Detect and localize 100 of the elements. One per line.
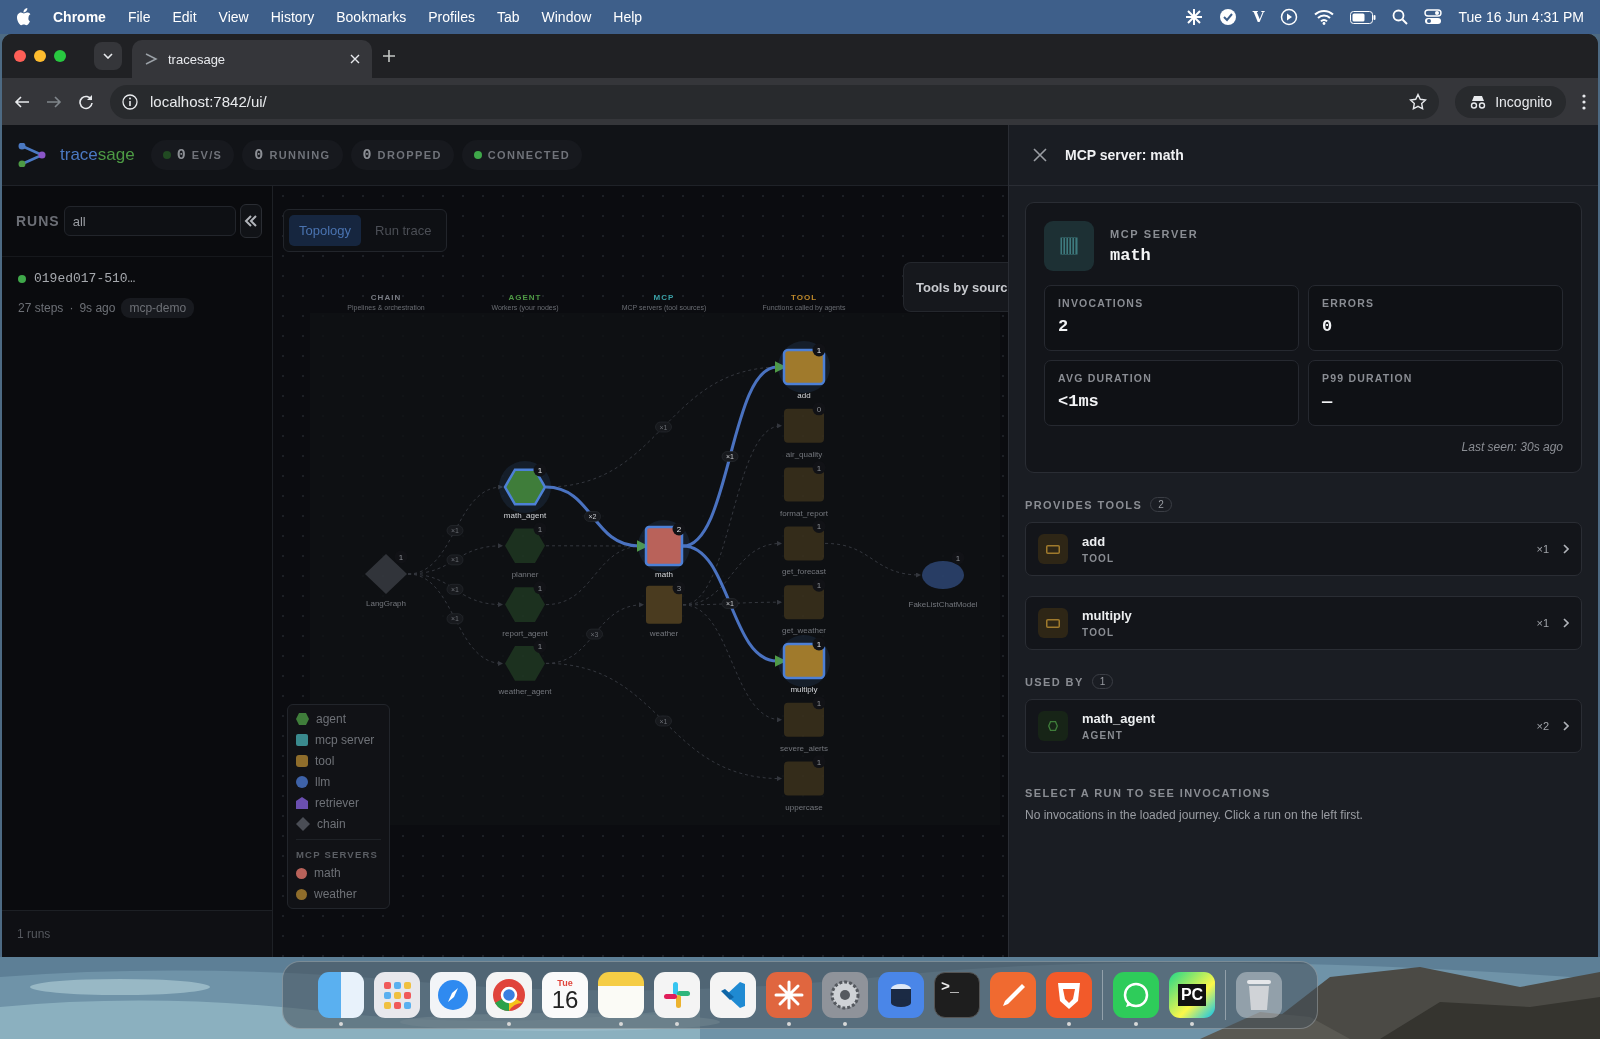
zoom-window-button[interactable] <box>54 50 66 62</box>
tool-node[interactable] <box>784 526 824 561</box>
legend-label: agent <box>316 712 347 726</box>
status-letter-icon[interactable]: V <box>1252 8 1265 26</box>
compass-icon[interactable] <box>430 972 476 1018</box>
tool-node[interactable] <box>782 348 826 386</box>
back-icon[interactable] <box>14 93 30 110</box>
count-badge: 1 <box>812 343 826 357</box>
info-icon[interactable] <box>122 93 138 110</box>
section-heading: USED BY <box>1025 675 1084 688</box>
terminal-icon[interactable]: >_ <box>934 972 980 1018</box>
list-item[interactable]: add TOOL ×1 <box>1025 522 1582 576</box>
square-node[interactable] <box>646 585 682 624</box>
menu-item[interactable]: History <box>270 9 315 25</box>
stat-label: INVOCATIONS <box>1058 297 1145 309</box>
check-circle-icon[interactable] <box>1218 8 1237 26</box>
battery-icon[interactable] <box>1350 10 1377 24</box>
star-icon[interactable] <box>1409 92 1428 111</box>
minimize-window-button[interactable] <box>34 50 46 62</box>
square-icon <box>296 734 308 746</box>
search-icon[interactable] <box>1392 9 1409 25</box>
columns-icon <box>1060 237 1078 255</box>
close-button[interactable] <box>1033 148 1047 162</box>
menu-item[interactable]: Window <box>541 9 592 25</box>
tool-node[interactable] <box>784 702 824 737</box>
menu-item[interactable]: Edit <box>172 9 197 25</box>
pinwheel-icon[interactable] <box>654 972 700 1018</box>
menu-item[interactable]: View <box>218 9 249 25</box>
menu-item[interactable]: Help <box>613 9 643 25</box>
incognito-button[interactable]: Incognito <box>1455 85 1566 118</box>
apple-icon[interactable] <box>16 8 31 26</box>
double-chevron-icon[interactable] <box>243 215 258 227</box>
circle-icon <box>296 776 308 788</box>
logo-icon <box>18 143 46 167</box>
menu-item[interactable]: Tab <box>496 9 520 25</box>
panel-title: MCP server: math <box>1065 147 1184 163</box>
grid-icon[interactable] <box>374 972 420 1018</box>
tool-node[interactable] <box>784 761 824 796</box>
chevron-down-icon[interactable] <box>103 53 113 59</box>
tab-title: tracesage <box>168 51 227 67</box>
new-tab-icon[interactable] <box>382 49 396 63</box>
ellipse-node[interactable] <box>922 561 964 589</box>
ide-icon[interactable]: PC <box>1169 972 1215 1018</box>
node-label: FakeListChatModel <box>908 600 978 609</box>
more-icon[interactable] <box>1582 93 1586 110</box>
collapse-button[interactable] <box>239 204 262 238</box>
shield-icon[interactable] <box>1046 972 1092 1018</box>
tool-node[interactable] <box>784 408 824 443</box>
hexagon-node[interactable] <box>503 468 547 506</box>
calendar-icon[interactable]: Tue 16 <box>542 972 588 1018</box>
menu-item[interactable]: Chrome <box>53 9 106 25</box>
pen-icon[interactable] <box>990 972 1036 1018</box>
run-tag: mcp-demo <box>121 298 195 318</box>
hexagon-node[interactable] <box>505 587 545 622</box>
address-bar[interactable]: localhost:7842/ui/ <box>110 84 1440 119</box>
ribbon-icon[interactable] <box>710 972 756 1018</box>
filter-field[interactable]: all <box>63 206 236 236</box>
section-heading: SELECT A RUN TO SEE INVOCATIONS <box>1025 787 1272 799</box>
list-item[interactable]: multiply TOOL ×1 <box>1025 596 1582 650</box>
sparkle-icon[interactable] <box>766 972 812 1018</box>
sparkle-icon[interactable] <box>1184 8 1203 26</box>
menu-item[interactable]: File <box>127 9 151 25</box>
menu-item[interactable]: Bookmarks <box>336 9 407 25</box>
trash-icon[interactable] <box>1236 972 1282 1018</box>
stat-value: 0 <box>1322 317 1334 336</box>
node-label: weather <box>649 628 679 638</box>
ring-icon[interactable] <box>486 972 532 1018</box>
tab-search-button[interactable] <box>94 42 122 70</box>
item-name: multiply <box>1082 608 1133 623</box>
run-id[interactable]: 019ed017-510… <box>34 271 136 286</box>
diamond-node[interactable] <box>365 554 407 594</box>
list-item[interactable]: math_agent AGENT ×2 <box>1025 699 1582 753</box>
browser-tab[interactable]: tracesage <box>132 40 372 78</box>
wifi-icon[interactable] <box>1314 9 1335 25</box>
incognito-icon[interactable] <box>1469 94 1488 109</box>
tool-node[interactable] <box>782 642 826 680</box>
gear-icon[interactable] <box>822 972 868 1018</box>
split-square-icon[interactable] <box>318 972 364 1018</box>
menu-item[interactable]: Profiles <box>428 9 475 25</box>
tool-node[interactable] <box>784 585 824 620</box>
forward-icon[interactable] <box>46 93 62 110</box>
toggles-icon[interactable] <box>1424 9 1443 25</box>
rectangle-icon <box>1046 544 1060 554</box>
section-heading: PROVIDES TOOLS <box>1025 498 1143 511</box>
legend-label: llm <box>315 775 331 789</box>
column-title: MCP <box>653 293 675 302</box>
hexagon-node[interactable] <box>505 528 545 564</box>
chat-bubble-icon[interactable] <box>1113 972 1159 1018</box>
square-node[interactable] <box>644 525 684 567</box>
clock-text[interactable]: Tue 16 Jun 4:31 PM <box>1458 9 1584 25</box>
notepad-icon[interactable] <box>598 972 644 1018</box>
legend-label: chain <box>317 817 346 831</box>
hexagon-node[interactable] <box>505 646 545 681</box>
close-window-button[interactable] <box>14 50 26 62</box>
tool-node[interactable] <box>784 467 824 502</box>
chevron-icon <box>1563 618 1569 628</box>
reload-icon[interactable] <box>78 93 94 110</box>
play-icon[interactable] <box>1280 8 1299 26</box>
rectangle-icon <box>1046 618 1060 628</box>
close-icon[interactable] <box>350 54 360 64</box>
